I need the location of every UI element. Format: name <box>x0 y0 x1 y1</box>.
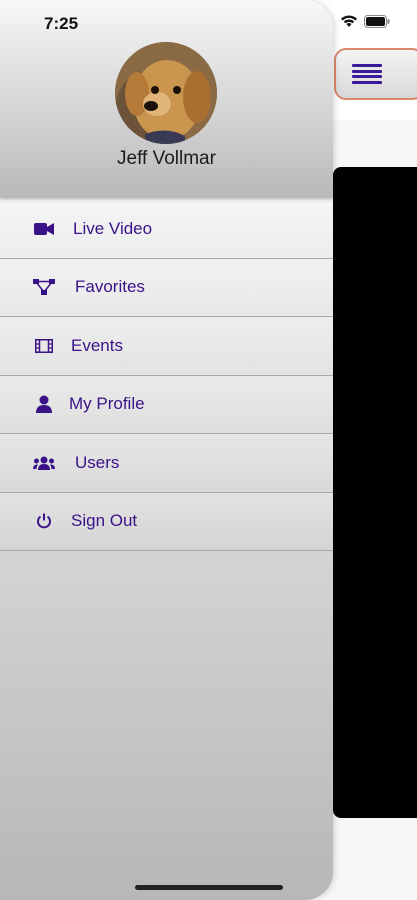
status-icons <box>340 14 390 28</box>
power-icon <box>33 511 55 531</box>
side-drawer: 7:25 Jeff Vollmar Live Video Favorites E… <box>0 0 333 900</box>
menu-item-label: My Profile <box>69 394 145 414</box>
user-icon <box>33 394 55 414</box>
menu-item-label: Live Video <box>73 218 153 238</box>
menu-item-live-video[interactable]: Live Video <box>0 200 333 259</box>
menu-item-sign-out[interactable]: Sign Out <box>0 492 333 551</box>
menu-item-label: Events <box>71 335 123 355</box>
menu-item-label: Users <box>75 452 120 472</box>
battery-icon <box>364 14 390 28</box>
user-name: Jeff Vollmar <box>117 148 216 169</box>
film-icon <box>33 336 55 356</box>
menu-item-label: Favorites <box>75 277 145 297</box>
dog-photo <box>115 42 217 144</box>
menu-list: Live Video Favorites Events My Profile U… <box>0 200 333 551</box>
menu-item-events[interactable]: Events <box>0 317 333 376</box>
status-time: 7:25 <box>44 14 79 33</box>
menu-item-my-profile[interactable]: My Profile <box>0 375 333 434</box>
app-screen: 7:25 Jeff Vollmar Live Video Favorites E… <box>0 0 417 900</box>
home-indicator[interactable] <box>135 885 283 890</box>
menu-item-users[interactable]: Users <box>0 434 333 493</box>
nodes-icon <box>33 277 55 297</box>
avatar[interactable] <box>115 42 217 144</box>
users-icon <box>33 453 55 473</box>
drawer-header: 7:25 Jeff Vollmar <box>0 0 333 198</box>
video-camera-icon <box>33 219 55 239</box>
menu-item-label: Sign Out <box>71 511 138 531</box>
wifi-icon <box>341 15 357 27</box>
menu-toggle-button[interactable] <box>334 48 417 100</box>
hamburger-icon <box>352 64 382 84</box>
menu-item-favorites[interactable]: Favorites <box>0 258 333 317</box>
video-panel <box>333 167 417 818</box>
